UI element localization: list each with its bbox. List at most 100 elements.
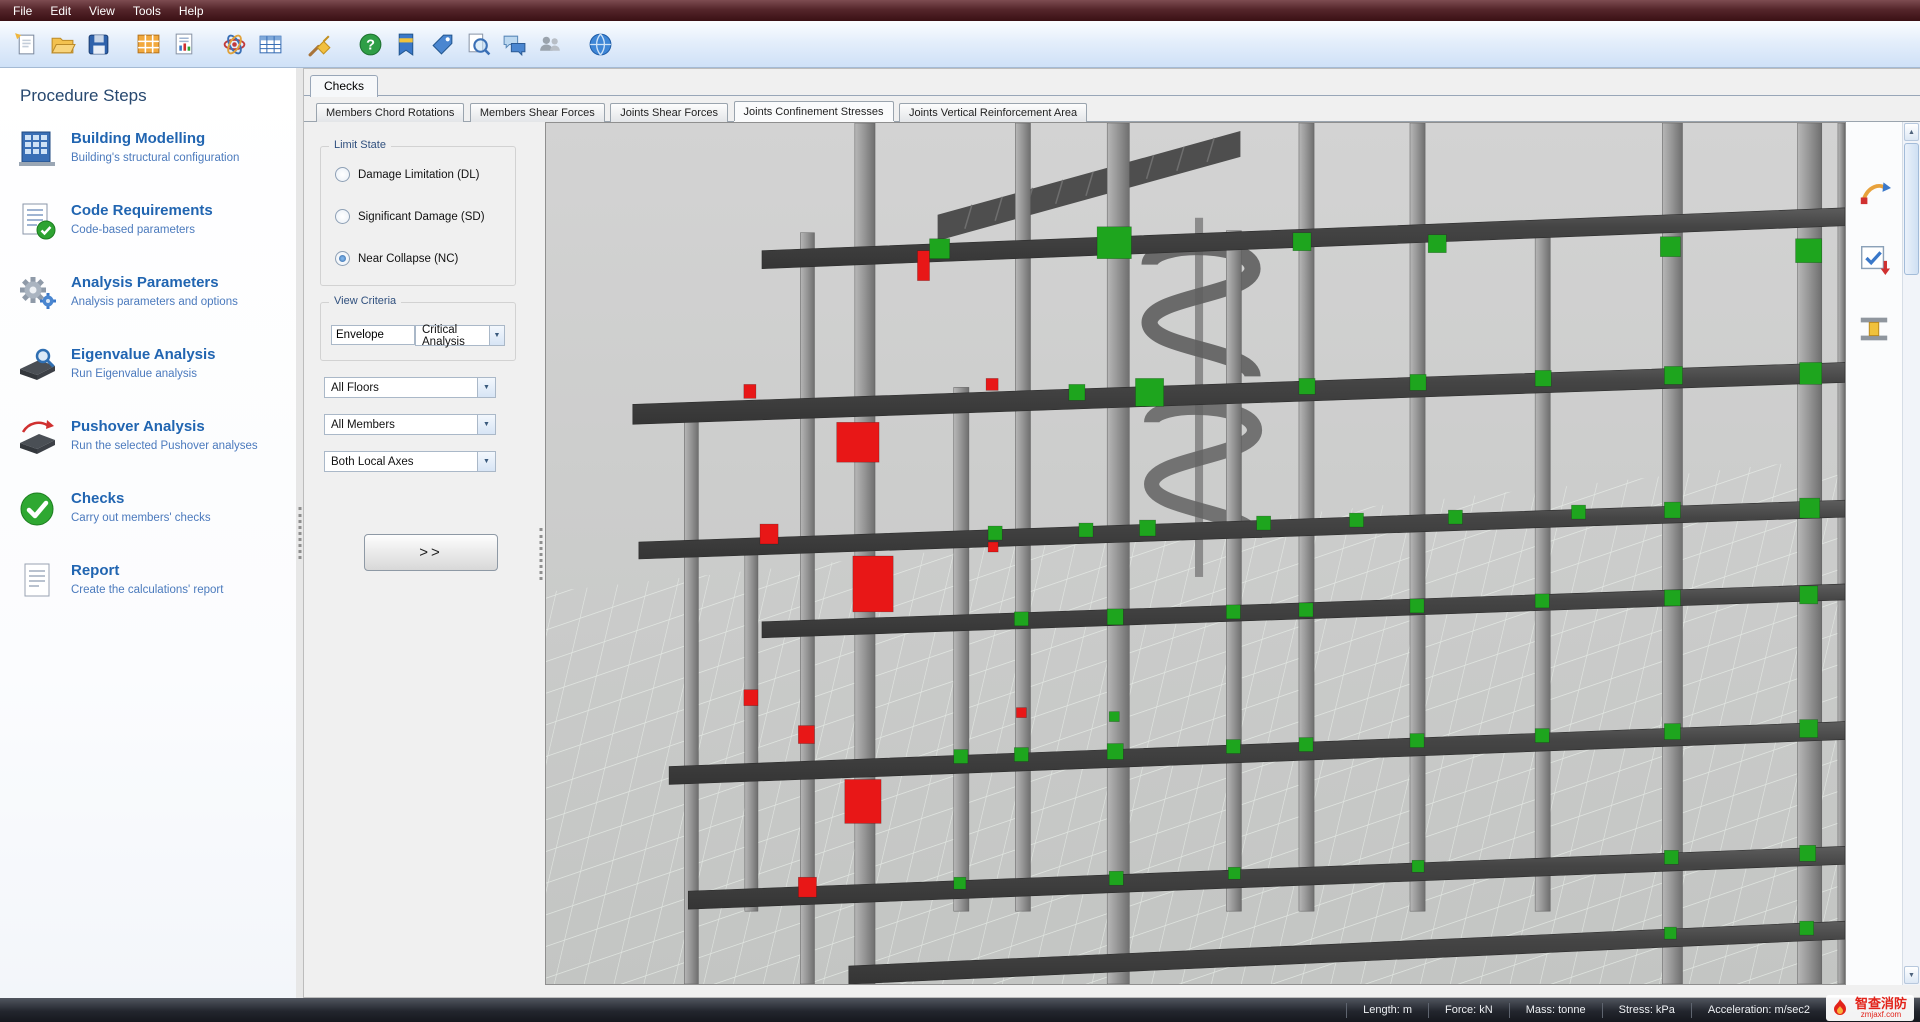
viewport-toolstrip: [1846, 122, 1902, 985]
procedure-steps-panel: Procedure Steps Building Modelling Build…: [0, 68, 296, 998]
step-label: Analysis Parameters: [71, 274, 219, 291]
report-preview-button[interactable]: [166, 25, 202, 63]
sidebar-item-pushover-analysis[interactable]: Pushover Analysis Run the selected Pusho…: [16, 416, 296, 458]
subtab-members-shear-forces[interactable]: Members Shear Forces: [469, 103, 605, 122]
watermark: 智查消防 zmjaxf.com: [1825, 994, 1914, 1021]
menu-view[interactable]: View: [80, 2, 124, 20]
floors-select[interactable]: All Floors ▼: [324, 377, 496, 398]
checks-table-button[interactable]: [1853, 238, 1895, 280]
subtab-joints-shear-forces[interactable]: Joints Shear Forces: [610, 103, 729, 122]
window-body: Procedure Steps Building Modelling Build…: [0, 68, 1920, 998]
open-folder-icon: [50, 37, 76, 53]
report-preview-icon: [175, 33, 192, 54]
subtab-joints-vertical-reinforcement-area[interactable]: Joints Vertical Reinforcement Area: [898, 103, 1088, 122]
member-section-button[interactable]: [1853, 308, 1895, 350]
user-community-button[interactable]: [532, 25, 568, 63]
main-tabstrip: Checks: [304, 69, 1920, 97]
procedure-steps-title: Procedure Steps: [20, 86, 147, 105]
scrollbar-thumb[interactable]: [1904, 143, 1919, 275]
menu-file[interactable]: File: [4, 2, 41, 20]
subtab-joints-confinement-stresses[interactable]: Joints Confinement Stresses: [733, 101, 894, 121]
search-document-icon: [468, 33, 490, 55]
apply-button[interactable]: >>: [364, 534, 498, 571]
building-modeller-icon: [137, 34, 159, 53]
sidebar-item-analysis-parameters[interactable]: Analysis Parameters Analysis parameters …: [16, 272, 296, 314]
checks-step-icon: [16, 488, 58, 530]
sidebar-item-report[interactable]: Report Create the calculations' report: [16, 560, 296, 602]
controls-splitter[interactable]: [536, 122, 545, 985]
clean-model-icon: [308, 34, 331, 56]
step-desc: Code-based parameters: [71, 224, 196, 236]
members-select[interactable]: All Members ▼: [324, 414, 496, 435]
sidebar-item-eigenvalue-analysis[interactable]: Eigenvalue Analysis Run Eigenvalue analy…: [16, 344, 296, 386]
sidebar-item-building-modelling[interactable]: Building Modelling Building's structural…: [16, 128, 296, 170]
viewport-3d[interactable]: [545, 122, 1846, 985]
search-document-button[interactable]: [460, 25, 496, 63]
menu-tools[interactable]: Tools: [124, 2, 170, 20]
feedback-icon: [503, 35, 525, 56]
axes-select[interactable]: Both Local Axes ▼: [324, 451, 496, 472]
watermark-subtitle: zmjaxf.com: [1860, 1010, 1902, 1019]
save-button[interactable]: [80, 25, 116, 63]
member-section-icon: [1860, 317, 1888, 341]
checks-subtabs: Members Chord Rotations Members Shear Fo…: [304, 96, 1920, 122]
step-desc: Building's structural configuration: [71, 152, 240, 164]
scroll-up-icon[interactable]: ▲: [1904, 123, 1919, 141]
step-desc: Analysis parameters and options: [71, 296, 238, 308]
radio-significant-damage[interactable]: Significant Damage (SD): [335, 209, 505, 224]
radio-icon: [335, 251, 350, 266]
deformed-shape-button[interactable]: [1853, 168, 1895, 210]
status-bar: Length: m Force: kN Mass: tonne Stress: …: [0, 998, 1920, 1022]
analysis-parameters-icon: [259, 35, 281, 53]
sidebar-item-code-requirements[interactable]: Code Requirements Code-based parameters: [16, 200, 296, 242]
help-button[interactable]: ?: [352, 25, 388, 63]
flame-logo-icon: [1830, 998, 1850, 1018]
feedback-button[interactable]: [496, 25, 532, 63]
scroll-down-icon[interactable]: ▼: [1904, 966, 1919, 984]
subtab-members-chord-rotations[interactable]: Members Chord Rotations: [316, 103, 465, 122]
building-render: [546, 123, 1845, 984]
radio-label: Damage Limitation (DL): [358, 168, 480, 181]
chevron-down-icon: ▼: [477, 415, 495, 434]
step-label: Report: [71, 562, 120, 579]
application-window: File Edit View Tools Help ? Procedure St…: [0, 0, 1920, 1022]
sidebar-item-checks[interactable]: Checks Carry out members' checks: [16, 488, 296, 530]
menu-help[interactable]: Help: [170, 2, 213, 20]
chevron-down-icon: ▼: [488, 326, 504, 345]
analysis-select-value: Critical Analysis: [422, 323, 465, 348]
status-force: Force: kN: [1428, 1002, 1509, 1018]
analysis-parameters-button[interactable]: [252, 25, 288, 63]
bookmarks-button[interactable]: [388, 25, 424, 63]
clean-model-button[interactable]: [302, 25, 338, 63]
save-icon: [88, 34, 108, 54]
sidebar-splitter[interactable]: [296, 68, 303, 998]
radio-icon: [335, 209, 350, 224]
menu-bar: File Edit View Tools Help: [0, 0, 1920, 21]
building-modeller-button[interactable]: [130, 25, 166, 63]
open-folder-button[interactable]: [44, 25, 80, 63]
analysis-select[interactable]: Critical Analysis ▼: [415, 323, 505, 348]
axes-select-value: Both Local Axes: [331, 455, 414, 468]
tab-checks[interactable]: Checks: [310, 75, 379, 97]
vertical-scrollbar[interactable]: ▲ ▼: [1902, 122, 1920, 985]
web-site-icon: [589, 33, 611, 55]
watermark-title: 智查消防: [1854, 995, 1907, 1011]
chevron-down-icon: ▼: [477, 378, 495, 397]
user-community-icon: [539, 36, 560, 51]
settings-tag-button[interactable]: [424, 25, 460, 63]
pushover-analysis-icon: [16, 416, 58, 458]
new-document-button[interactable]: [8, 25, 44, 63]
code-requirements-button[interactable]: [216, 25, 252, 63]
step-label: Pushover Analysis: [71, 418, 205, 435]
help-icon: ?: [359, 33, 381, 55]
view-criteria-group: View Criteria Critical Analysis ▼: [320, 295, 516, 361]
web-site-button[interactable]: [582, 25, 618, 63]
scrollbar-track[interactable]: [1903, 276, 1920, 965]
radio-damage-limitation[interactable]: Damage Limitation (DL): [335, 167, 505, 182]
radio-near-collapse[interactable]: Near Collapse (NC): [335, 251, 505, 266]
step-desc: Run Eigenvalue analysis: [71, 368, 197, 380]
step-label: Checks: [71, 490, 125, 507]
envelope-input[interactable]: [331, 325, 415, 345]
step-label: Code Requirements: [71, 202, 213, 219]
menu-edit[interactable]: Edit: [41, 2, 80, 20]
